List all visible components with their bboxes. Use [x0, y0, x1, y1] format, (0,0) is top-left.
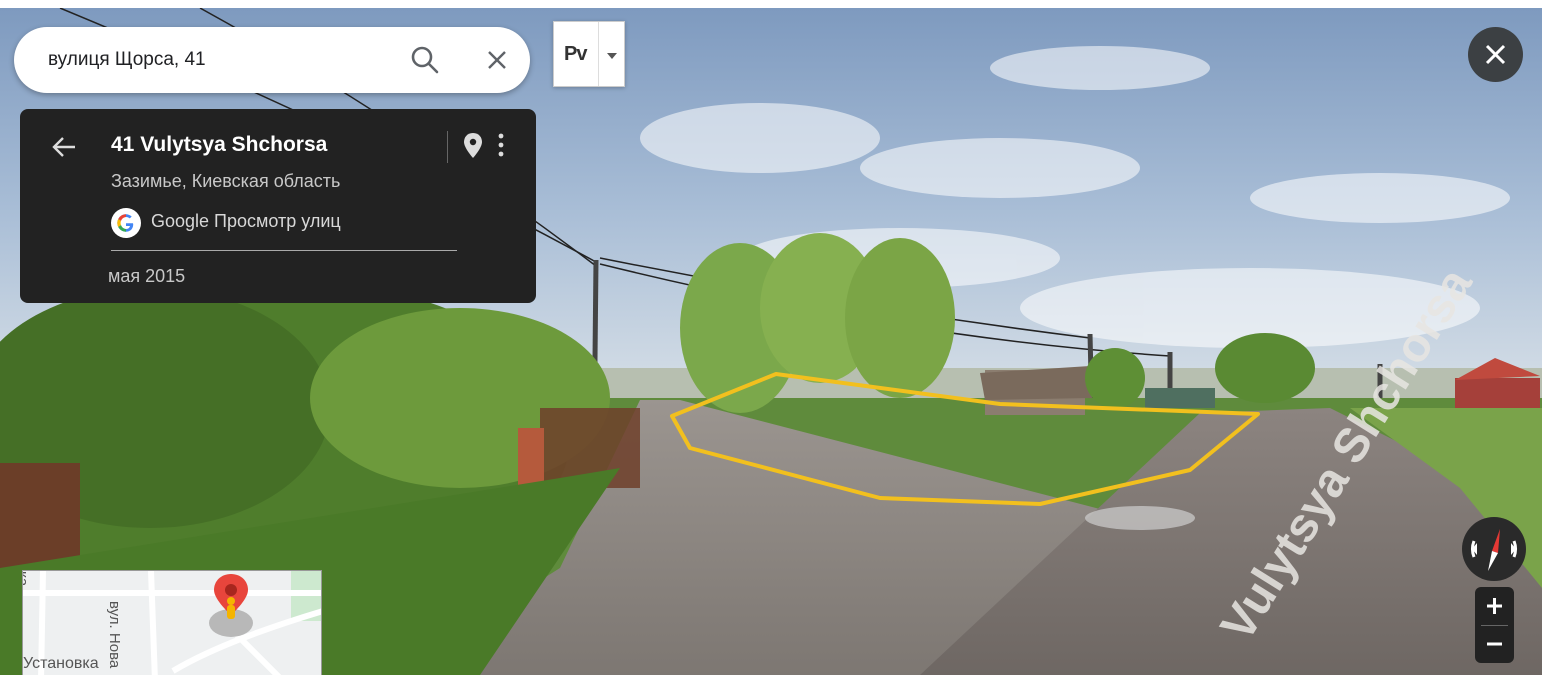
- picker-divider: [598, 22, 599, 86]
- search-input[interactable]: вулиця Щорса, 41: [48, 49, 206, 71]
- plus-icon: [1487, 598, 1502, 614]
- more-options-icon[interactable]: [494, 131, 508, 161]
- minus-icon: [1487, 642, 1502, 646]
- dropdown-arrow-icon[interactable]: [606, 48, 618, 59]
- map-pin-icon[interactable]: [461, 131, 485, 161]
- compass[interactable]: [1462, 517, 1526, 581]
- zoom-in-button[interactable]: [1475, 587, 1514, 625]
- location-info-card: 41 Vulytsya Shchorsa Зазимье, Киевская о…: [20, 109, 536, 303]
- map-type-label[interactable]: Рv: [564, 43, 587, 66]
- mini-map[interactable]: вул. Нова ка Установка: [22, 570, 322, 675]
- close-icon: [1485, 44, 1506, 65]
- minimap-street-label-partial: ка: [22, 571, 31, 587]
- capture-date[interactable]: мая 2015: [108, 266, 185, 287]
- back-arrow-icon[interactable]: [50, 133, 78, 161]
- search-icon[interactable]: [408, 43, 442, 77]
- zoom-controls: [1475, 587, 1514, 663]
- clear-search-icon[interactable]: [480, 43, 514, 77]
- compass-icon: [1471, 529, 1517, 571]
- close-button[interactable]: [1468, 27, 1523, 82]
- imagery-provider[interactable]: Google Просмотр улиц: [151, 211, 341, 232]
- google-logo-icon: [111, 208, 141, 238]
- search-box[interactable]: вулиця Щорса, 41: [14, 27, 530, 93]
- card-divider: [447, 131, 448, 163]
- pegman-icon: [227, 597, 235, 619]
- minimap-place-label: Установка: [23, 655, 99, 672]
- map-type-picker[interactable]: Рv: [553, 21, 625, 87]
- location-subtitle: Зазимье, Киевская область: [111, 171, 341, 191]
- navigation-arrow: [1085, 506, 1195, 530]
- minimap-street-label: вул. Нова: [106, 601, 123, 669]
- location-title: 41 Vulytsya Shchorsa: [111, 133, 328, 156]
- zoom-out-button[interactable]: [1475, 626, 1514, 663]
- card-separator: [111, 250, 457, 251]
